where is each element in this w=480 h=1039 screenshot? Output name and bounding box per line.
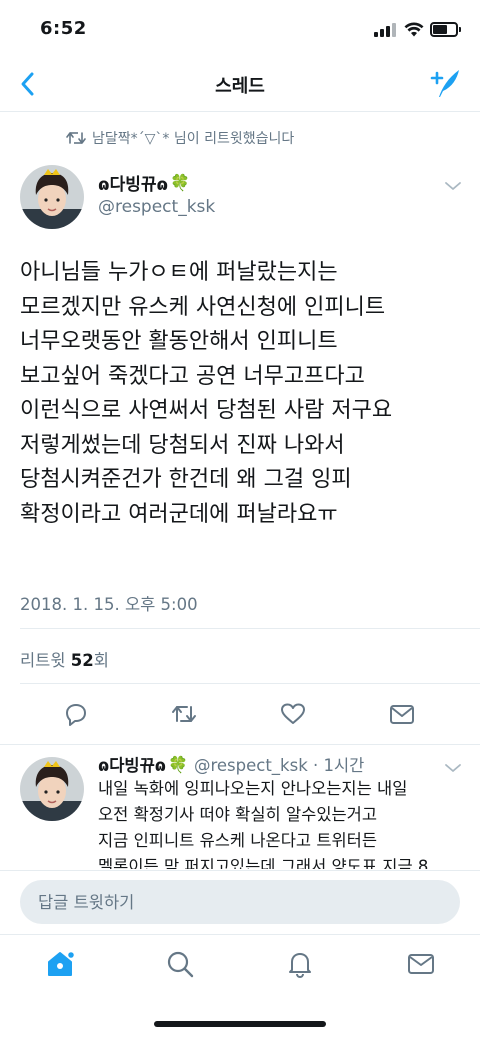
retweet-button-icon[interactable] (170, 700, 198, 728)
page-title: 스레드 (215, 76, 265, 97)
status-time: 6:52 (40, 18, 87, 39)
notifications-bell-icon[interactable] (285, 949, 315, 979)
retweet-count-label: 리트윗 (20, 651, 66, 670)
display-name[interactable]: ɷ다빙뀨ɷ 🍀 (98, 170, 190, 195)
reply-bar (0, 870, 480, 934)
retweet-context-text: 남달짝*´▽`* 님이 리트윗했습니다 (92, 131, 295, 147)
retweet-count[interactable]: 리트윗 52회 (20, 647, 109, 671)
home-icon[interactable] (45, 949, 75, 979)
wifi-icon (404, 22, 424, 37)
retweet-count-value: 52 (70, 651, 94, 670)
user-handle[interactable]: @respect_ksk (98, 197, 215, 217)
cellular-signal-icon (374, 23, 398, 37)
home-indicator[interactable] (154, 1021, 326, 1027)
avatar[interactable] (20, 165, 84, 229)
tweet-actions (0, 700, 480, 728)
reply-tweet-text[interactable]: 내일 녹화에 잉피나오는지 안나오는지는 내일 오전 확정기사 떠야 확실히 알… (98, 776, 470, 869)
clover-emoji: 🍀 (170, 173, 191, 192)
reply-header[interactable]: ɷ다빙뀨ɷ 🍀 @respect_ksk · 1시간 (98, 752, 364, 776)
like-heart-icon[interactable] (279, 700, 307, 728)
status-bar: 6:52 (0, 0, 480, 56)
chevron-down-icon[interactable] (444, 762, 462, 774)
divider (20, 683, 480, 684)
divider (20, 628, 480, 629)
divider (0, 744, 480, 745)
search-icon[interactable] (165, 949, 195, 979)
reply-input[interactable] (20, 880, 460, 924)
clover-emoji: 🍀 (168, 754, 188, 774)
tweet-timestamp: 2018. 1. 15. 오후 5:00 (20, 595, 198, 614)
direct-message-icon[interactable] (388, 700, 416, 728)
retweet-icon (66, 132, 86, 144)
reply-display-name: ɷ다빙뀨ɷ (98, 756, 167, 775)
reply-handle-time: @respect_ksk · 1시간 (193, 756, 365, 775)
tweet-text: 아니님들 누가ㅇㅌ에 퍼날랐는지는 모르겠지만 유스케 사연신청에 인피니트 너… (20, 260, 393, 527)
retweet-count-unit: 회 (93, 651, 109, 670)
reply-avatar[interactable] (20, 757, 84, 821)
display-name-text: ɷ다빙뀨ɷ (98, 175, 169, 195)
retweet-context[interactable]: 남달짝*´▽`* 님이 리트윗했습니다 (66, 126, 294, 150)
compose-tweet-button[interactable] (428, 66, 462, 100)
nav-header: 스레드 (0, 56, 480, 112)
reply-icon[interactable] (62, 700, 90, 728)
chevron-down-icon[interactable] (444, 180, 462, 192)
messages-envelope-icon[interactable] (406, 949, 436, 979)
battery-icon (430, 22, 461, 37)
